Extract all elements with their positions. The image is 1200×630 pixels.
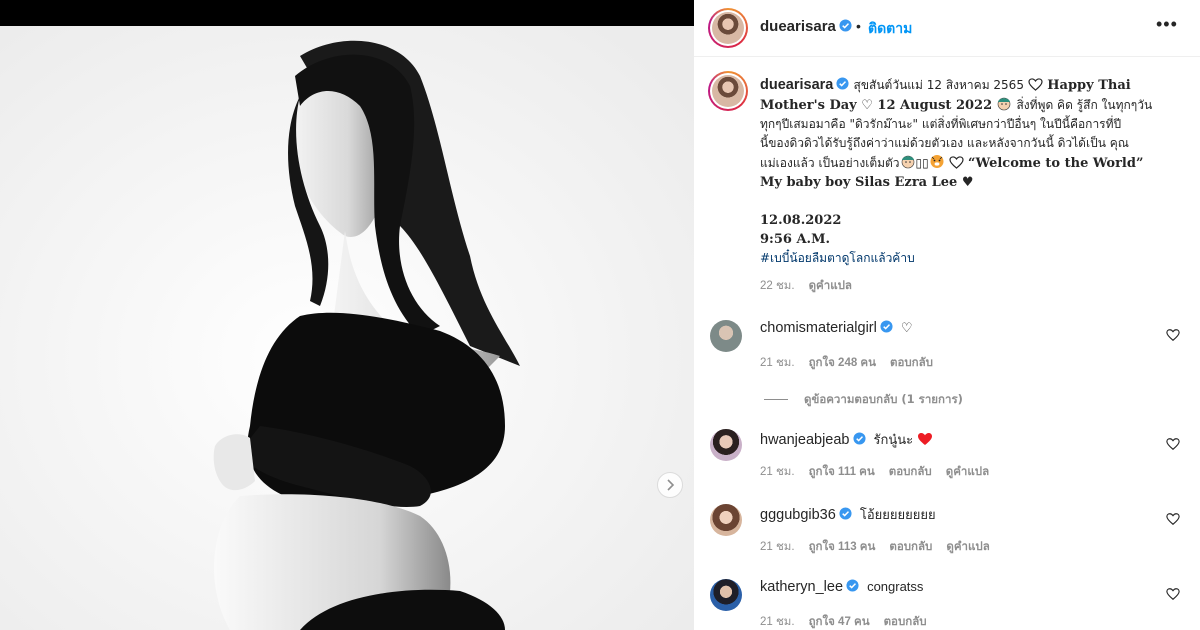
comment-likes[interactable]: ถูกใจ 113 คน <box>809 541 876 553</box>
view-replies-link[interactable]: ดูข้อความตอบกลับ (1 รายการ) <box>764 391 963 409</box>
heart-outline-icon[interactable] <box>1166 437 1180 451</box>
verified-badge-icon <box>836 77 849 90</box>
commenter-username[interactable]: hwanjeabjeab <box>760 432 850 448</box>
comment-body: chomismaterialgirl ♡ <box>760 320 913 336</box>
comment-meta: 21 ชม. ถูกใจ 113 คน ตอบกลับ ดูคำแปล <box>760 538 990 556</box>
heart-outline-icon[interactable] <box>1166 587 1180 601</box>
caption-age: 22 ชม. <box>760 280 795 292</box>
reply-button[interactable]: ตอบกลับ <box>890 357 933 369</box>
caption-text: แม่เองแล้ว เป็นอย่างเต็มตัว <box>760 156 900 170</box>
commenter-username[interactable]: gggubgib36 <box>760 507 836 523</box>
commenter-avatar[interactable] <box>710 504 742 536</box>
verified-badge-icon <box>880 320 893 333</box>
commenter-avatar[interactable] <box>710 429 742 461</box>
post-header: duearisara • ติดตาม ••• <box>694 0 1200 57</box>
caption-avatar[interactable] <box>708 71 748 111</box>
caption-text: Mother's Day ♡ 12 August 2022 <box>760 98 993 113</box>
follow-button[interactable]: ติดตาม <box>868 18 912 40</box>
caption-meta: 22 ชม. ดูคำแปล <box>760 277 1170 296</box>
caption-text: “Welcome to the World” <box>968 156 1144 171</box>
verified-badge-icon <box>839 507 852 520</box>
comment-likes[interactable]: ถูกใจ 111 คน <box>809 466 875 478</box>
verified-badge-icon <box>846 579 859 592</box>
heart-outline-icon[interactable] <box>1166 328 1180 342</box>
red-heart-icon <box>918 433 933 445</box>
header-avatar[interactable] <box>708 8 748 48</box>
caption-username[interactable]: duearisara <box>760 77 833 93</box>
reply-button[interactable]: ตอบกลับ <box>884 616 927 628</box>
heart-outline-icon <box>1028 78 1043 91</box>
post-photo[interactable] <box>0 26 694 630</box>
comment-text: congratss <box>867 579 924 594</box>
caption-text: ทุกๆปีเสมอมาคือ "ดิวรักม๊านะ" แต่สิ่งที่… <box>760 117 1122 131</box>
comment-text: รักนู๋นะ <box>873 433 914 448</box>
comment-age: 21 ชม. <box>760 466 795 478</box>
tiger-face-emoji-icon <box>930 155 944 168</box>
reply-button[interactable]: ตอบกลับ <box>889 466 932 478</box>
caption-time: 9:56 A.M. <box>760 232 830 247</box>
see-translation-link[interactable]: ดูคำแปล <box>946 466 989 478</box>
see-translation-link[interactable]: ดูคำแปล <box>809 280 852 292</box>
heart-outline-icon <box>949 156 964 169</box>
commenter-avatar[interactable] <box>710 320 742 352</box>
baby-face-emoji-icon <box>997 97 1011 111</box>
chevron-right-icon <box>667 479 675 491</box>
comment-body: hwanjeabjeab รักนู๋นะ <box>760 429 933 450</box>
commenter-username[interactable]: katheryn_lee <box>760 579 843 595</box>
header-separator: • <box>856 18 861 34</box>
caption-text: Happy Thai <box>1047 78 1131 93</box>
comment-text: ♡ <box>900 321 913 336</box>
more-options-icon[interactable]: ••• <box>1156 14 1178 35</box>
instagram-post-view: duearisara • ติดตาม ••• duearisara สุขสั… <box>0 0 1200 630</box>
caption-date: 12.08.2022 <box>760 213 842 228</box>
header-username[interactable]: duearisara <box>760 18 852 35</box>
see-translation-link[interactable]: ดูคำแปล <box>946 541 989 553</box>
comment-body: katheryn_lee congratss <box>760 579 923 595</box>
baby-face-emoji-icon <box>901 155 914 169</box>
post-caption: duearisara สุขสันต์วันแม่ 12 สิงหาคม 256… <box>760 76 1170 296</box>
comment-meta: 21 ชม. ถูกใจ 111 คน ตอบกลับ ดูคำแปล <box>760 463 989 481</box>
comment-likes[interactable]: ถูกใจ 47 คน <box>809 616 870 628</box>
next-photo-button[interactable] <box>657 472 683 498</box>
caption-text: สิ่งที่พูด คิด รู้สึก ในทุกๆวัน <box>1016 98 1153 112</box>
verified-badge-icon <box>852 432 866 445</box>
divider-line <box>764 399 788 400</box>
caption-glyphs: ▯▯ <box>915 156 929 170</box>
comment-text: โอ้ยยยยยยยย <box>859 508 936 523</box>
comment-age: 21 ชม. <box>760 541 795 553</box>
comment-body: gggubgib36 โอ้ยยยยยยยย <box>760 504 936 525</box>
caption-text: สุขสันต์วันแม่ 12 สิงหาคม 2565 <box>853 78 1024 92</box>
maternity-photo <box>0 26 694 630</box>
verified-badge-icon <box>839 19 852 32</box>
caption-text: My baby boy Silas Ezra Lee ♥ <box>760 175 974 190</box>
commenter-username[interactable]: chomismaterialgirl <box>760 320 877 336</box>
comment-meta: 21 ชม. ถูกใจ 47 คน ตอบกลับ <box>760 613 927 630</box>
heart-outline-icon[interactable] <box>1166 512 1180 526</box>
commenter-avatar[interactable] <box>710 579 742 611</box>
reply-button[interactable]: ตอบกลับ <box>889 541 932 553</box>
comment-age: 21 ชม. <box>760 616 795 628</box>
hashtag-link[interactable]: #เบบี๋น้อยลืมตาดูโลกแล้วค้าบ <box>760 251 915 265</box>
comment-age: 21 ชม. <box>760 357 795 369</box>
comment-meta: 21 ชม. ถูกใจ 248 คน ตอบกลับ <box>760 354 933 372</box>
comment-likes[interactable]: ถูกใจ 248 คน <box>809 357 876 369</box>
caption-text: นี้ของดิวดิวได้รับรู้ถึงค่าว่าแม่ด้วยตัว… <box>760 136 1129 150</box>
post-side-panel: duearisara • ติดตาม ••• duearisara สุขสั… <box>694 0 1200 630</box>
